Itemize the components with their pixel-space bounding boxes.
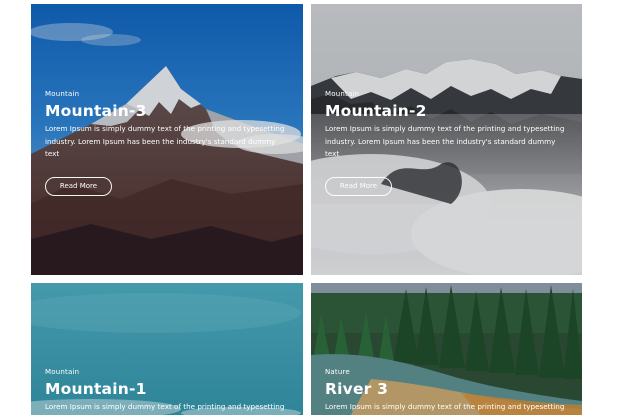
blog-card-mountain-1[interactable]: Mountain Mountain-1 Lorem Ipsum is simpl… bbox=[31, 283, 303, 415]
card-title[interactable]: Mountain-3 bbox=[45, 102, 289, 120]
card-description: Lorem Ipsum is simply dummy text of the … bbox=[325, 402, 565, 411]
card-content: Mountain Mountain-2 Lorem Ipsum is simpl… bbox=[325, 90, 568, 196]
card-content: Nature River 3 Lorem Ipsum is simply dum… bbox=[325, 368, 568, 414]
blog-card-river-3[interactable]: Nature River 3 Lorem Ipsum is simply dum… bbox=[311, 283, 582, 415]
card-content: Mountain Mountain-1 Lorem Ipsum is simpl… bbox=[45, 368, 289, 414]
card-category: Nature bbox=[325, 368, 350, 376]
card-title[interactable]: River 3 bbox=[325, 380, 568, 398]
card-category: Mountain bbox=[45, 368, 80, 376]
read-more-button[interactable]: Read More bbox=[45, 176, 112, 196]
card-description: Lorem Ipsum is simply dummy text of the … bbox=[45, 402, 285, 411]
card-title[interactable]: Mountain-1 bbox=[45, 380, 289, 398]
read-more-button[interactable]: Read More bbox=[325, 176, 392, 196]
card-category: Mountain bbox=[325, 90, 360, 98]
blog-card-mountain-3[interactable]: Mountain Mountain-3 Lorem Ipsum is simpl… bbox=[31, 4, 303, 275]
card-title[interactable]: Mountain-2 bbox=[325, 102, 568, 120]
blog-card-mountain-2[interactable]: Mountain Mountain-2 Lorem Ipsum is simpl… bbox=[311, 4, 582, 275]
card-description: Lorem Ipsum is simply dummy text of the … bbox=[325, 124, 565, 158]
card-category: Mountain bbox=[45, 90, 80, 98]
card-content: Mountain Mountain-3 Lorem Ipsum is simpl… bbox=[45, 90, 289, 196]
card-description: Lorem Ipsum is simply dummy text of the … bbox=[45, 124, 285, 158]
